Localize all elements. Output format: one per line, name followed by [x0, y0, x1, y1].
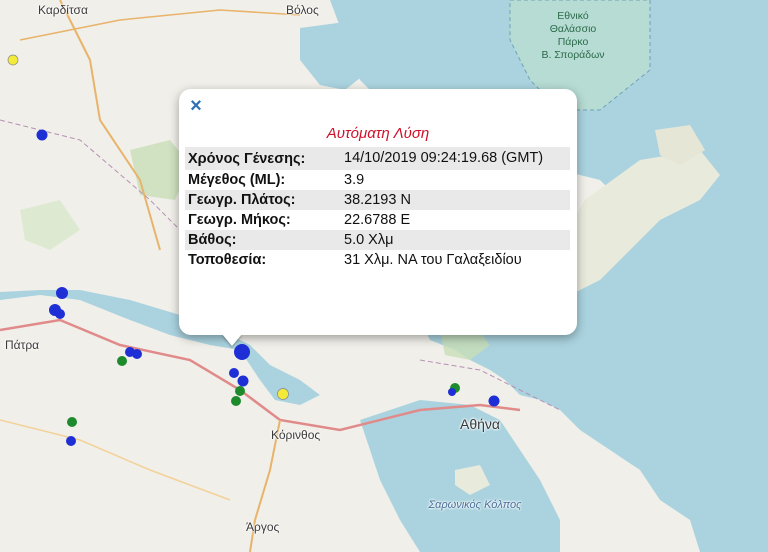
quake-marker-green	[235, 386, 245, 396]
info-value: 22.6788 E	[341, 210, 570, 230]
place-label-karditsa: Καρδίτσα	[38, 3, 88, 17]
popup-title: Αυτόματη Λύση	[326, 125, 430, 142]
quake-marker	[56, 287, 68, 299]
park-label-line: Εθνικό	[557, 10, 589, 22]
quake-marker	[132, 349, 142, 359]
info-value: 38.2193 N	[341, 190, 570, 210]
quake-marker-green	[231, 396, 241, 406]
marine-park-label: Εθνικό Θαλάσσιο Πάρκο Β. Σποράδων	[528, 10, 618, 62]
quake-marker-yellow	[277, 388, 289, 400]
place-label-athina: Αθήνα	[460, 416, 501, 432]
quake-marker	[36, 129, 48, 141]
park-label-line: Πάρκο	[557, 36, 589, 48]
info-row: Γεωγρ. Πλάτος: 38.2193 N	[185, 190, 570, 210]
info-key: Χρόνος Γένεσης:	[185, 147, 341, 170]
quake-marker-green	[67, 417, 77, 427]
info-key: Γεωγρ. Μήκος:	[185, 210, 341, 230]
info-value: 3.9	[341, 170, 570, 190]
earthquake-info-table: Χρόνος Γένεσης: 14/10/2019 09:24:19.68 (…	[185, 147, 570, 270]
place-label-saronikos: Σαρωνικός Κόλπος	[428, 499, 522, 511]
quake-marker	[66, 436, 76, 446]
park-label-line: Β. Σποράδων	[541, 49, 605, 61]
quake-marker-yellow	[7, 54, 19, 66]
quake-marker	[55, 309, 65, 319]
quake-marker	[237, 375, 249, 387]
info-value: 5.0 Χλμ	[341, 230, 570, 250]
info-row: Βάθος: 5.0 Χλμ	[185, 230, 570, 250]
info-row: Τοποθεσία: 31 Χλμ. ΝΑ του Γαλαξειδίου	[185, 250, 570, 270]
info-key: Βάθος:	[185, 230, 341, 250]
park-label-line: Θαλάσσιο	[549, 23, 597, 35]
place-label-argos: Άργος	[246, 520, 280, 534]
popup-tip	[222, 334, 242, 346]
info-value: 14/10/2019 09:24:19.68 (GMT)	[341, 147, 570, 170]
quake-marker-selected	[234, 344, 250, 360]
place-label-patra: Πάτρα	[5, 338, 40, 352]
quake-marker	[488, 395, 500, 407]
map-view[interactable]: Καρδίτσα Βόλος Πάτρα Κόρινθος Αθήνα Άργο…	[0, 0, 768, 552]
info-key: Γεωγρ. Πλάτος:	[185, 190, 341, 210]
info-row: Γεωγρ. Μήκος: 22.6788 E	[185, 210, 570, 230]
place-label-volos: Βόλος	[286, 3, 319, 17]
close-icon[interactable]: ×	[187, 96, 205, 116]
info-value: 31 Χλμ. ΝΑ του Γαλαξειδίου	[341, 250, 570, 270]
earthquake-info-popup: × Αυτόματη Λύση Χρόνος Γένεσης: 14/10/20…	[179, 89, 577, 335]
info-row: Μέγεθος (ML): 3.9	[185, 170, 570, 190]
place-label-korinthos: Κόρινθος	[271, 428, 321, 442]
quake-marker	[448, 388, 456, 396]
info-key: Τοποθεσία:	[185, 250, 341, 270]
quake-marker-green	[117, 356, 127, 366]
info-key: Μέγεθος (ML):	[185, 170, 341, 190]
quake-marker	[229, 368, 239, 378]
info-row: Χρόνος Γένεσης: 14/10/2019 09:24:19.68 (…	[185, 147, 570, 170]
